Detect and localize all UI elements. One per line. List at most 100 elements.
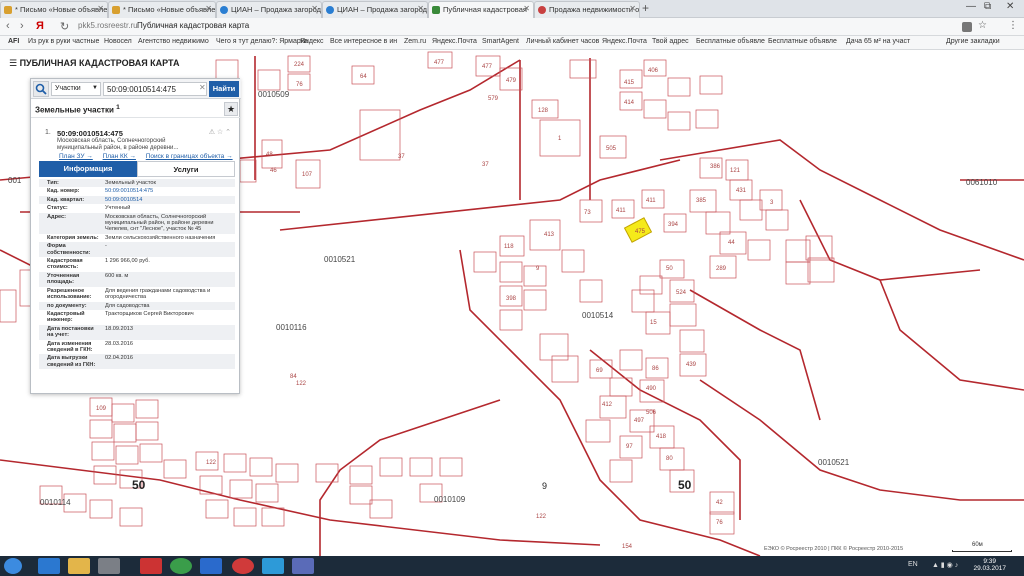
close-icon[interactable]: ✕ [523, 4, 530, 13]
search-button[interactable]: Найти [209, 81, 239, 97]
mail-icon [112, 6, 120, 14]
browser-tab-2[interactable]: * Письмо «Новые объявле ✕ [108, 1, 216, 18]
info-panel: Участки ▼ ✕ Найти Земельные участки 1 ★ … [30, 78, 241, 394]
plan-kk-link[interactable]: План КК → [103, 153, 136, 160]
back-button[interactable]: ‹ [6, 20, 10, 32]
parcel-number: 64 [360, 74, 367, 80]
start-button[interactable] [4, 558, 22, 574]
result-actions[interactable]: ⚠ ☆ ⌃ [209, 128, 231, 136]
app-icon[interactable] [292, 558, 314, 574]
tab-label: ЦИАН – Продажа загород [231, 5, 321, 14]
bookmark-item[interactable]: Zem.ru [404, 38, 426, 45]
browser-tab-3[interactable]: ЦИАН – Продажа загород ✕ [216, 1, 322, 18]
url-field[interactable]: pkk5.rosreestr.ru [78, 21, 138, 30]
bookmark-item[interactable]: Бесплатные объявле [768, 38, 837, 45]
quarter-label: 0010521 [324, 255, 356, 264]
attr-value-link[interactable]: 50:09:0010514 [103, 196, 231, 204]
bookmark-item[interactable]: Яндекс [300, 38, 324, 45]
tab-label: * Письмо «Новые объявле [15, 5, 108, 14]
ie-icon[interactable] [38, 558, 60, 574]
bookmark-other[interactable]: Другие закладки [946, 38, 1000, 45]
bookmark-item[interactable]: Личный кабинет часов [526, 38, 599, 45]
tab-information[interactable]: Информация [39, 161, 137, 177]
yandex-button[interactable]: Я [36, 20, 44, 32]
attr-key: Статус: [47, 205, 68, 212]
close-icon[interactable]: ✕ [97, 4, 104, 13]
telegram-icon[interactable] [262, 558, 284, 574]
parcel-number: 394 [668, 222, 679, 228]
minimize-button[interactable]: — [966, 1, 976, 12]
attr-row: Кадастровая стоимость: 1 296 966,00 руб. [39, 257, 235, 272]
parcel-number: 76 [716, 520, 723, 526]
parcel-number: 44 [728, 240, 735, 246]
parcel-number: 385 [696, 198, 707, 204]
language-indicator[interactable]: EN [908, 561, 918, 568]
parcel-number: 506 [646, 410, 657, 416]
quarter-label: 001 [8, 176, 22, 185]
browser-tab-5[interactable]: Публичная кадастровая ✕ [428, 1, 534, 18]
result-links: План ЗУ → План КК → Поиск в границах объ… [59, 153, 241, 160]
plan-zu-link[interactable]: План ЗУ → [59, 153, 93, 160]
clock[interactable]: 9:39 29.03.2017 [973, 558, 1006, 572]
location-pin-icon [220, 6, 228, 14]
folder-icon[interactable] [68, 558, 90, 574]
bookmark-item[interactable]: SmartAgent [482, 38, 519, 45]
star-icon[interactable]: ☆ [978, 20, 987, 31]
bookmark-item[interactable]: Агентство недвижимо [138, 38, 209, 45]
yandex-icon[interactable] [140, 558, 162, 574]
maximize-button[interactable]: ⧉ [984, 1, 991, 12]
search-type-select[interactable]: Участки ▼ [51, 82, 101, 96]
quarter-label: 0010114 [40, 498, 71, 507]
close-icon[interactable]: ✕ [629, 4, 636, 13]
address-bar: ‹ › Я ↻ pkk5.rosreestr.ru Публичная када… [0, 18, 1024, 36]
scale-bar: 60м [952, 542, 1016, 552]
parcel-number: 122 [536, 514, 547, 520]
bookmark-item[interactable]: Дача 65 м² на участ [846, 38, 910, 45]
search-input[interactable] [103, 82, 207, 96]
taskbar: EN ▲ ▮ ◉ ♪ 9:39 29.03.2017 [0, 556, 1024, 576]
attr-row: Уточненная площадь: 600 кв. м [39, 271, 235, 287]
search-icon[interactable] [33, 81, 49, 97]
forward-button[interactable]: › [20, 20, 24, 32]
attr-row: Кад. номер: 50:09:0010514:475 [39, 187, 235, 195]
result-cad-number[interactable]: 50:09:0010514:475 [57, 129, 123, 138]
bookmark-item[interactable]: Новосел [104, 38, 132, 45]
bookmark-item[interactable]: Из рук в руки частные [28, 38, 99, 45]
chrome-icon[interactable] [170, 558, 192, 574]
bookmark-item[interactable]: Бесплатные объявле [696, 38, 765, 45]
close-icon[interactable]: ✕ [417, 4, 424, 13]
bookmark-item[interactable]: Чего я тут делаю?: Ярмарка [216, 38, 308, 45]
browser-tab-4[interactable]: ЦИАН – Продажа загород ✕ [322, 1, 428, 18]
close-icon[interactable]: ✕ [205, 4, 212, 13]
bookmark-item[interactable]: Яндекс.Почта [602, 38, 647, 45]
close-icon[interactable]: ✕ [311, 4, 318, 13]
mail-icon [4, 6, 12, 14]
parcel-number: 37 [482, 162, 489, 168]
browser-tab-1[interactable]: * Письмо «Новые объявле ✕ [0, 1, 108, 18]
favorite-star-icon[interactable]: ★ [224, 102, 238, 116]
region-label: 50 [678, 478, 692, 492]
browser-tab-6[interactable]: Продажа недвижимости от ✕ [534, 1, 640, 18]
yandex-browser-icon[interactable] [232, 558, 254, 574]
clear-icon[interactable]: ✕ [199, 83, 206, 92]
word-icon[interactable] [200, 558, 222, 574]
search-in-bounds-link[interactable]: Поиск в границах объекта → [146, 153, 233, 160]
parcel-number: 490 [646, 386, 657, 392]
bookmark-item[interactable]: Яндекс.Почта [432, 38, 477, 45]
bookmark-item[interactable]: Все интересное в ин [330, 38, 397, 45]
attr-row: Дата постановки на учет: 18.09.2013 [39, 324, 235, 340]
close-window-button[interactable]: ✕ [1006, 1, 1014, 12]
translate-icon[interactable] [962, 22, 972, 32]
bookmark-item[interactable]: Твой адрес [652, 38, 689, 45]
parcel-number: 121 [730, 168, 741, 174]
tab-services[interactable]: Услуги [137, 161, 235, 177]
menu-icon[interactable]: ☰ [9, 58, 20, 68]
media-icon[interactable] [98, 558, 120, 574]
attr-value-link[interactable]: 50:09:0010514:475 [103, 187, 231, 195]
new-tab-button[interactable]: + [642, 1, 649, 15]
reload-icon[interactable]: ↻ [60, 20, 69, 33]
menu-icon[interactable]: ⋮ [1008, 20, 1018, 31]
tray-icons[interactable]: ▲ ▮ ◉ ♪ [932, 561, 958, 569]
bookmark-apps[interactable]: AFI [8, 38, 19, 45]
parcel-number: 386 [710, 164, 721, 170]
